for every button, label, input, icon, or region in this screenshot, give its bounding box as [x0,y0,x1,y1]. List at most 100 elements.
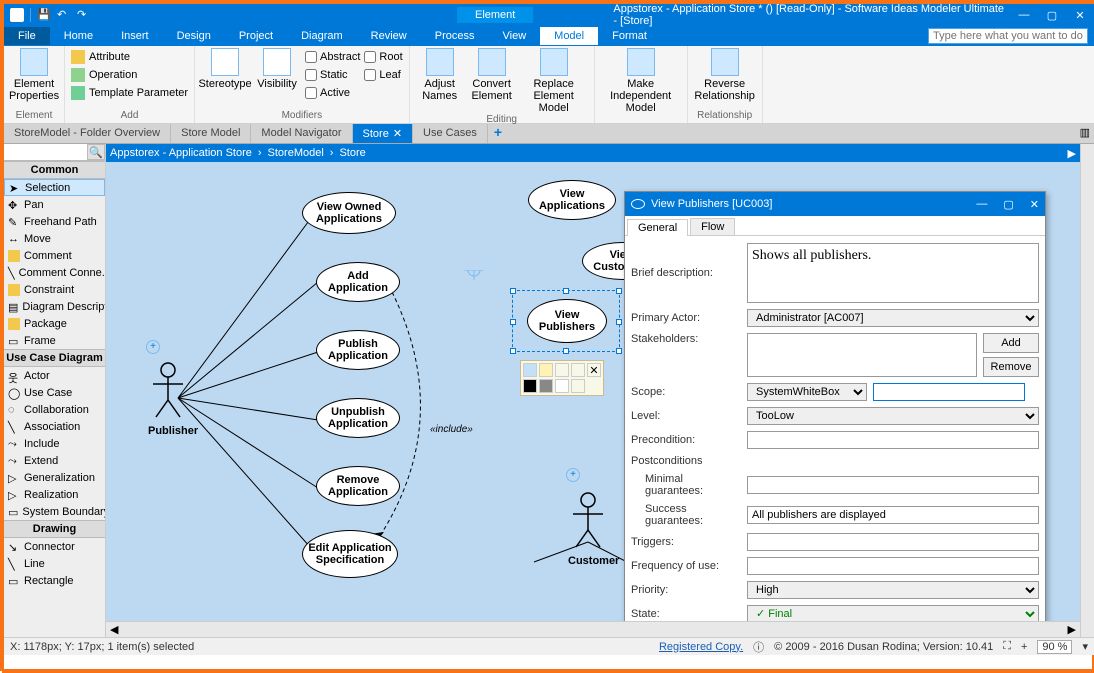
uc-view-apps[interactable]: View Applications [528,180,616,220]
menu-search-input[interactable] [928,28,1088,44]
uc-edit-spec[interactable]: Edit Application Specification [302,530,398,578]
triggers-input[interactable] [747,533,1039,551]
menu-home[interactable]: Home [50,27,107,45]
success-guarantees-input[interactable] [747,506,1039,524]
ribbon-chk-root[interactable]: Root [364,48,402,66]
scope-select[interactable]: SystemWhiteBox [747,383,867,401]
tool-general[interactable]: ▷Generalization [4,469,105,486]
breadcrumb-3[interactable]: Store [339,147,365,159]
add-element-icon[interactable]: + [566,468,580,482]
uc-add-app[interactable]: Add Application [316,262,400,302]
toolbox-header-drawing[interactable]: Drawing [4,520,105,538]
tool-frame[interactable]: ▭Frame [4,332,105,349]
ribbon-stereotype[interactable]: Stereotype [201,48,249,102]
toolbox-search-input[interactable] [4,144,87,160]
brief-desc-input[interactable]: Shows all publishers. [747,243,1039,303]
ribbon-visibility[interactable]: Visibility [253,48,301,102]
tool-connector[interactable]: ↘Connector [4,538,105,555]
uc-unpublish[interactable]: Unpublish Application [316,398,400,438]
vscroll[interactable] [1080,144,1094,637]
diagram-canvas[interactable]: + + Publisher Customer View Applications… [106,162,1080,621]
menu-diagram[interactable]: Diagram [287,27,357,45]
tool-move[interactable]: ↔Move [4,230,105,247]
toolbox-header-common[interactable]: Common [4,161,105,179]
doc-tab-model-navigator[interactable]: Model Navigator [251,124,352,143]
ribbon-make-independent[interactable]: Make Independent Model [601,48,681,114]
breadcrumb-right-arrow-icon[interactable]: ▶ [1068,147,1076,160]
add-element-icon[interactable]: + [146,340,160,354]
ribbon-template-param[interactable]: Template Parameter [71,84,188,102]
scope-extra-input[interactable] [873,383,1025,401]
tool-line[interactable]: ╲Line [4,555,105,572]
panel-maximize[interactable]: ▢ [1003,198,1013,211]
selection-box[interactable]: View Publishers [512,290,620,352]
hscroll[interactable]: ◀▶ [106,621,1080,637]
ribbon-operation[interactable]: Operation [71,66,188,84]
stakeholders-add-button[interactable]: Add [983,333,1039,353]
toolbox-header-usecase[interactable]: Use Case Diagram [4,349,105,367]
ribbon-element-properties[interactable]: Element Properties [10,48,58,102]
min-guarantees-input[interactable] [747,476,1039,494]
menu-model[interactable]: Model [540,27,598,45]
actor-publisher[interactable]: Publisher [148,362,188,437]
doc-tabs-overflow-icon[interactable]: ▥ [1080,126,1090,139]
doc-tab-add-button[interactable]: + [488,124,508,143]
ribbon-attribute[interactable]: Attribute [71,48,188,66]
menu-view[interactable]: View [489,27,541,45]
actor-customer[interactable]: Customer [568,492,608,567]
menu-design[interactable]: Design [163,27,225,45]
doc-tab-store[interactable]: Store✕ [353,124,414,143]
zoom-plus[interactable]: + [1021,641,1027,653]
uc-publish[interactable]: Publish Application [316,330,400,370]
qat-save-icon[interactable]: 💾 [37,8,51,22]
tool-assoc[interactable]: ╲Association [4,418,105,435]
doc-tab-usecases[interactable]: Use Cases [413,124,488,143]
status-fitwidth-icon[interactable]: ⛶ [1003,640,1011,653]
status-info-icon[interactable]: ⓘ [753,639,764,655]
tool-real[interactable]: ▷Realization [4,486,105,503]
menu-insert[interactable]: Insert [107,27,163,45]
ribbon-chk-abstract[interactable]: Abstract [305,48,360,66]
status-registered[interactable]: Registered Copy. [659,641,743,653]
ribbon-replace-model[interactable]: Replace Element Model [520,48,588,114]
ribbon-chk-leaf[interactable]: Leaf [364,66,402,84]
zoom-dropdown-icon[interactable]: ▾ [1082,640,1088,653]
primary-actor-select[interactable]: Administrator [AC007] [747,309,1039,327]
panel-close[interactable]: ✕ [1030,198,1039,211]
window-maximize[interactable]: ▢ [1038,9,1066,22]
level-select[interactable]: TooLow [747,407,1039,425]
tool-package[interactable]: Package [4,315,105,332]
state-select[interactable]: ✓ Final [747,605,1039,621]
priority-select[interactable]: High [747,581,1039,599]
uc-view-publishers[interactable]: View Publishers [527,299,607,343]
qat-undo-icon[interactable]: ↶ [57,8,71,22]
tool-rect[interactable]: ▭Rectangle [4,572,105,589]
panel-titlebar[interactable]: View Publishers [UC003] —▢✕ [625,192,1045,216]
qat-redo-icon[interactable]: ↷ [77,8,91,22]
zoom-value[interactable]: 90 % [1037,640,1072,654]
breadcrumb-1[interactable]: Appstorex - Application Store [110,147,252,159]
breadcrumb-2[interactable]: StoreModel [268,147,324,159]
tool-diag-desc[interactable]: ▤Diagram Descript.. [4,298,105,315]
mini-toolbar[interactable]: ✕ [520,360,604,396]
ribbon-chk-static[interactable]: Static [305,66,360,84]
tool-constraint[interactable]: Constraint [4,281,105,298]
close-icon[interactable]: ✕ [393,128,402,140]
ribbon-reverse-relationship[interactable]: Reverse Relationship [694,48,756,102]
tool-pan[interactable]: ✥Pan [4,196,105,213]
qat-icon-app[interactable] [10,8,24,22]
ribbon-chk-active[interactable]: Active [305,84,360,102]
frequency-input[interactable] [747,557,1039,575]
menu-process[interactable]: Process [421,27,489,45]
tool-extend[interactable]: ⤳Extend [4,452,105,469]
tool-usecase[interactable]: ◯Use Case [4,384,105,401]
tool-collab[interactable]: ◌Collaboration [4,401,105,418]
tool-include[interactable]: ⤳Include [4,435,105,452]
menu-format[interactable]: Format [598,27,661,45]
menu-file[interactable]: File [4,27,50,45]
tool-sysbound[interactable]: ▭System Boundary [4,503,105,520]
doc-tab-folder-overview[interactable]: StoreModel - Folder Overview [4,124,171,143]
tool-comment-conn[interactable]: ╲Comment Conne.. [4,264,105,281]
tool-comment[interactable]: Comment [4,247,105,264]
panel-tab-general[interactable]: General [627,219,688,236]
